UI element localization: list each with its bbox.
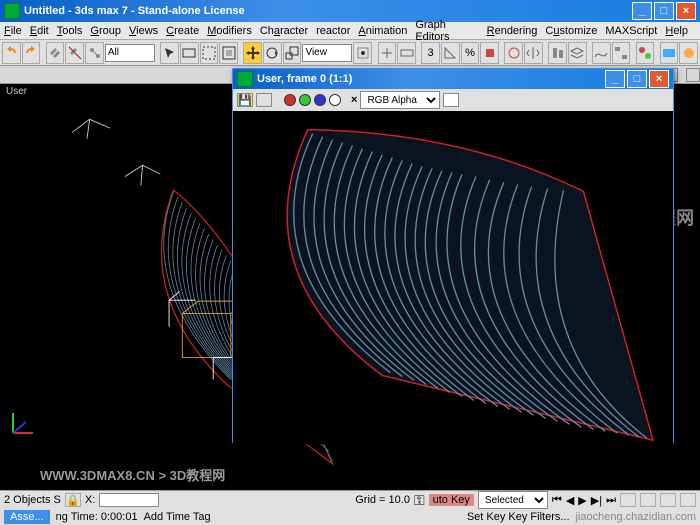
unlink-button[interactable] [65,42,84,64]
nav-1-icon[interactable] [620,493,636,507]
render-viewport [233,111,673,444]
selection-filter-dropdown[interactable] [105,44,155,62]
color-swatch[interactable] [443,93,459,107]
menu-group[interactable]: Group [90,25,121,37]
menu-bar: File Edit Tools Group Views Create Modif… [0,22,700,40]
window-crossing-button[interactable] [219,42,238,64]
menu-maxscript[interactable]: MAXScript [605,25,657,37]
x-label: X: [85,494,95,506]
menu-help[interactable]: Help [665,25,688,37]
viewport-label: User [6,86,27,97]
blue-channel-button[interactable] [314,94,326,106]
undo-button[interactable] [2,42,21,64]
redo-button[interactable] [22,42,41,64]
render-title: User, frame 0 (1:1) [257,73,352,85]
channel-dropdown[interactable]: RGB Alpha [360,91,440,109]
render-titlebar[interactable]: User, frame 0 (1:1) _ □ × [233,69,673,89]
render-window[interactable]: User, frame 0 (1:1) _ □ × 💾 × RGB Alpha [232,68,674,443]
window-title: Untitled - 3ds max 7 - Stand-alone Licen… [24,5,245,17]
green-channel-button[interactable] [299,94,311,106]
main-titlebar: Untitled - 3ds max 7 - Stand-alone Licen… [0,0,700,22]
menu-character[interactable]: Character [260,25,308,37]
move-button[interactable] [243,42,262,64]
play-icon[interactable]: ▶ [578,494,586,507]
select-button[interactable] [160,42,179,64]
x-field[interactable] [99,493,159,507]
clone-button[interactable] [256,93,272,107]
curve-editor-button[interactable] [592,42,611,64]
menu-modifiers[interactable]: Modifiers [207,25,252,37]
material-button[interactable] [636,42,655,64]
menu-animation[interactable]: Animation [358,25,407,37]
grid-label: Grid = 10.0 [355,494,410,506]
menu-customize[interactable]: Customize [545,25,597,37]
objects-count: 2 Objects S [4,494,61,506]
mirror-button[interactable] [524,42,543,64]
bind-button[interactable] [85,42,104,64]
keyboard-button[interactable] [397,42,416,64]
menu-reactor[interactable]: reactor [316,25,350,37]
render-close-button[interactable]: × [649,70,669,88]
percent-snap-button[interactable]: % [461,42,480,64]
mono-channel-button[interactable] [329,94,341,106]
key-icon: ⚿ [414,492,425,509]
autokey-button[interactable]: uto Key [429,494,474,506]
main-toolbar: 3 % [0,40,700,66]
render-maximize-button[interactable]: □ [627,70,647,88]
render-toolbar: 💾 × RGB Alpha [233,89,673,111]
maximize-button[interactable]: □ [654,2,674,20]
quick-render-button[interactable] [679,42,698,64]
lock-icon[interactable]: 🔒 [65,493,81,507]
select-region-button[interactable] [200,42,219,64]
go-end-icon[interactable]: ⏭ [606,494,616,507]
red-channel-button[interactable] [284,94,296,106]
status-bar: 2 Objects S 🔒 X: Grid = 10.0 ⚿ uto Key S… [0,490,700,509]
spinner-snap-button[interactable] [480,42,499,64]
clear-icon[interactable]: × [351,94,357,106]
link-button[interactable] [46,42,65,64]
next-frame-icon[interactable]: ▶| [591,494,602,507]
rotate-button[interactable] [263,42,282,64]
watermark-url: WWW.3DMAX8.CN > 3D教程网 [40,465,225,484]
close-button[interactable]: × [676,2,696,20]
keymode-dropdown[interactable]: Selected [478,491,548,509]
go-start-icon[interactable]: ⏮ [552,494,562,507]
menu-edit[interactable]: Edit [30,25,49,37]
save-image-button[interactable]: 💾 [237,93,253,107]
menu-graph[interactable]: Graph Editors [415,19,478,43]
nav-3-icon[interactable] [660,493,676,507]
setkey-label[interactable]: Set Key Key Filters... [467,511,570,523]
render-time: ng Time: 0:00:01 [56,511,138,523]
app-icon [4,3,20,19]
nav-2-icon[interactable] [640,493,656,507]
nav-4-icon[interactable] [680,493,696,507]
menu-views[interactable]: Views [129,25,158,37]
menu-file[interactable]: File [4,25,22,37]
status-bar-2: Asse... ng Time: 0:00:01 Add Time Tag Se… [0,509,700,525]
schematic-button[interactable] [612,42,631,64]
render-app-icon [237,71,253,87]
named-sel-button[interactable] [504,42,523,64]
prev-frame-icon[interactable]: ◀ [566,494,574,507]
add-time-tag[interactable]: Add Time Tag [144,511,211,523]
render-minimize-button[interactable]: _ [605,70,625,88]
pivot-button[interactable] [353,42,372,64]
manipulate-button[interactable] [378,42,397,64]
axis-tripod-icon [8,408,38,438]
menu-tools[interactable]: Tools [57,25,83,37]
select-name-button[interactable] [180,42,199,64]
watermark-small: jiaocheng.chazidian.com [576,511,696,523]
align-button[interactable] [548,42,567,64]
layers-button[interactable] [568,42,587,64]
menu-rendering[interactable]: Rendering [487,25,538,37]
scale-button[interactable] [283,42,302,64]
snap-button[interactable]: 3 [421,42,440,64]
angle-snap-button[interactable] [441,42,460,64]
taskbar-button[interactable]: Asse... [4,510,50,524]
minimize-button[interactable]: _ [632,2,652,20]
refcoord-dropdown[interactable] [302,44,352,62]
render-scene-button[interactable] [660,42,679,64]
menu-create[interactable]: Create [166,25,199,37]
mini-tool-10[interactable] [686,68,700,82]
